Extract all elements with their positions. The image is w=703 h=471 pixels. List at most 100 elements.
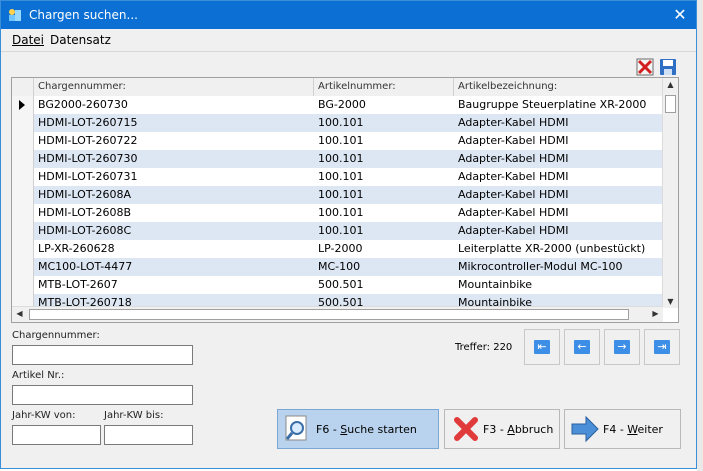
table-row[interactable]: HDMI-LOT-260715 100.101 Adapter-Kabel HDMI xyxy=(12,114,663,132)
delete-filter-icon[interactable] xyxy=(635,57,655,77)
artikel-nr-input[interactable] xyxy=(12,385,193,405)
table-row[interactable]: HDMI-LOT-2608C 100.101 Adapter-Kabel HDMI xyxy=(12,222,663,240)
next-button-label: F4 - Weiter xyxy=(603,423,663,436)
cell-chargennummer[interactable]: BG2000-260730 xyxy=(34,96,314,114)
vertical-scrollbar[interactable]: ▲ ▼ xyxy=(662,78,678,308)
cell-chargennummer[interactable]: HDMI-LOT-2608A xyxy=(34,186,314,204)
table-row[interactable]: HDMI-LOT-2608B 100.101 Adapter-Kabel HDMI xyxy=(12,204,663,222)
row-selector[interactable] xyxy=(12,186,34,204)
row-selector[interactable] xyxy=(12,96,34,114)
row-selector[interactable] xyxy=(12,150,34,168)
header-chargennummer[interactable]: Chargennummer: xyxy=(34,78,314,96)
jahr-kw-bis-input[interactable] xyxy=(104,425,193,445)
scroll-up-icon[interactable]: ▲ xyxy=(663,80,678,89)
search-button-label: F6 - Suche starten xyxy=(316,423,417,436)
next-record-icon: → xyxy=(614,340,630,354)
horizontal-scrollbar[interactable]: ◀ ▶ xyxy=(12,306,663,322)
row-selector[interactable] xyxy=(12,168,34,186)
table-row[interactable]: HDMI-LOT-260731 100.101 Adapter-Kabel HDMI xyxy=(12,168,663,186)
cell-artikelbezeichnung[interactable]: Mikrocontroller-Modul MC-100 xyxy=(454,258,663,276)
dialog-window: Chargen suchen... ✕ Datei Datensatz Char… xyxy=(0,0,697,469)
scroll-down-icon[interactable]: ▼ xyxy=(663,297,678,306)
header-artikelbezeichnung[interactable]: Artikelbezeichnung: xyxy=(454,78,663,96)
cell-artikelbezeichnung[interactable]: Adapter-Kabel HDMI xyxy=(454,222,663,240)
background-strip xyxy=(697,0,703,471)
cancel-button-prefix: F3 - xyxy=(483,423,508,436)
row-selector[interactable] xyxy=(12,114,34,132)
cell-chargennummer[interactable]: HDMI-LOT-260722 xyxy=(34,132,314,150)
jahr-kw-bis-label: Jahr-KW bis: xyxy=(104,410,164,421)
cell-artikelbezeichnung[interactable]: Adapter-Kabel HDMI xyxy=(454,150,663,168)
row-selector[interactable] xyxy=(12,240,34,258)
next-button-hotkey: W xyxy=(627,423,638,436)
row-selector[interactable] xyxy=(12,258,34,276)
table-row[interactable]: LP-XR-260628 LP-2000 Leiterplatte XR-2000 … xyxy=(12,240,663,258)
artikel-nr-label: Artikel Nr.: xyxy=(12,370,65,381)
cell-artikelbezeichnung[interactable]: Adapter-Kabel HDMI xyxy=(454,168,663,186)
cell-chargennummer[interactable]: HDMI-LOT-260731 xyxy=(34,168,314,186)
next-button-rest: eiter xyxy=(637,423,663,436)
scroll-left-icon[interactable]: ◀ xyxy=(12,309,27,318)
next-record-button[interactable]: → xyxy=(604,329,640,365)
menu-datensatz[interactable]: Datensatz xyxy=(50,33,111,47)
cell-artikelnummer[interactable]: 100.101 xyxy=(314,222,454,240)
cell-artikelbezeichnung[interactable]: Adapter-Kabel HDMI xyxy=(454,204,663,222)
cell-artikelbezeichnung[interactable]: Adapter-Kabel HDMI xyxy=(454,132,663,150)
cell-artikelbezeichnung[interactable]: Baugruppe Steuerplatine XR-2000 xyxy=(454,96,663,114)
row-selector[interactable] xyxy=(12,222,34,240)
results-table[interactable]: Chargennummer: Artikelnummer: Artikelbez… xyxy=(11,77,679,323)
table-row[interactable]: BG2000-260730 BG-2000 Baugruppe Steuerplat… xyxy=(12,96,663,114)
cell-chargennummer[interactable]: MTB-LOT-2607 xyxy=(34,276,314,294)
table-row[interactable]: MC100-LOT-4477 MC-100 Mikrocontroller-Modu… xyxy=(12,258,663,276)
horizontal-scroll-thumb[interactable] xyxy=(29,309,629,320)
table-row[interactable]: HDMI-LOT-260730 100.101 Adapter-Kabel HDMI xyxy=(12,150,663,168)
next-button[interactable]: F4 - Weiter xyxy=(564,409,681,449)
cell-chargennummer[interactable]: HDMI-LOT-260730 xyxy=(34,150,314,168)
menu-bar: Datei Datensatz xyxy=(1,29,696,52)
cell-artikelnummer[interactable]: 500.501 xyxy=(314,276,454,294)
scroll-right-icon[interactable]: ▶ xyxy=(648,309,663,318)
cell-artikelnummer[interactable]: 100.101 xyxy=(314,168,454,186)
cell-chargennummer[interactable]: HDMI-LOT-2608B xyxy=(34,204,314,222)
cell-artikelnummer[interactable]: LP-2000 xyxy=(314,240,454,258)
cell-artikelnummer[interactable]: MC-100 xyxy=(314,258,454,276)
cell-artikelbezeichnung[interactable]: Mountainbike xyxy=(454,276,663,294)
cancel-button[interactable]: F3 - Abbruch xyxy=(444,409,560,449)
cell-artikelnummer[interactable]: 100.101 xyxy=(314,132,454,150)
first-record-button[interactable]: ⇤ xyxy=(524,329,560,365)
previous-record-button[interactable]: ← xyxy=(564,329,600,365)
cell-artikelbezeichnung[interactable]: Adapter-Kabel HDMI xyxy=(454,186,663,204)
table-row[interactable]: HDMI-LOT-2608A 100.101 Adapter-Kabel HDMI xyxy=(12,186,663,204)
cell-chargennummer[interactable]: MC100-LOT-4477 xyxy=(34,258,314,276)
cancel-button-rest: bbruch xyxy=(514,423,554,436)
last-record-button[interactable]: ⇥ xyxy=(644,329,680,365)
cell-artikelbezeichnung[interactable]: Adapter-Kabel HDMI xyxy=(454,114,663,132)
header-artikelnummer[interactable]: Artikelnummer: xyxy=(314,78,454,96)
chargennummer-input[interactable] xyxy=(12,345,193,365)
save-icon[interactable] xyxy=(658,57,678,77)
cell-artikelnummer[interactable]: 100.101 xyxy=(314,114,454,132)
cell-chargennummer[interactable]: LP-XR-260628 xyxy=(34,240,314,258)
row-selector[interactable] xyxy=(12,132,34,150)
cell-artikelnummer[interactable]: 100.101 xyxy=(314,150,454,168)
cell-artikelbezeichnung[interactable]: Leiterplatte XR-2000 (unbestückt) xyxy=(454,240,663,258)
cancel-button-hotkey: A xyxy=(507,423,515,436)
current-row-arrow-icon xyxy=(19,100,25,110)
table-row[interactable]: HDMI-LOT-260722 100.101 Adapter-Kabel HDMI xyxy=(12,132,663,150)
row-selector[interactable] xyxy=(12,204,34,222)
cell-chargennummer[interactable]: HDMI-LOT-2608C xyxy=(34,222,314,240)
vertical-scroll-thumb[interactable] xyxy=(665,95,676,113)
cell-artikelnummer[interactable]: 100.101 xyxy=(314,204,454,222)
cell-chargennummer[interactable]: HDMI-LOT-260715 xyxy=(34,114,314,132)
close-button[interactable]: ✕ xyxy=(670,5,690,25)
cell-artikelnummer[interactable]: 100.101 xyxy=(314,186,454,204)
menu-datei-label: Datei xyxy=(12,33,45,47)
search-button[interactable]: F6 - Suche starten xyxy=(277,409,439,449)
menu-datei[interactable]: Datei xyxy=(12,33,44,47)
row-selector[interactable] xyxy=(12,276,34,294)
cancel-x-icon xyxy=(454,417,478,441)
table-row[interactable]: MTB-LOT-2607 500.501 Mountainbike xyxy=(12,276,663,294)
cell-artikelnummer[interactable]: BG-2000 xyxy=(314,96,454,114)
first-record-icon: ⇤ xyxy=(534,340,550,354)
jahr-kw-von-input[interactable] xyxy=(12,425,101,445)
